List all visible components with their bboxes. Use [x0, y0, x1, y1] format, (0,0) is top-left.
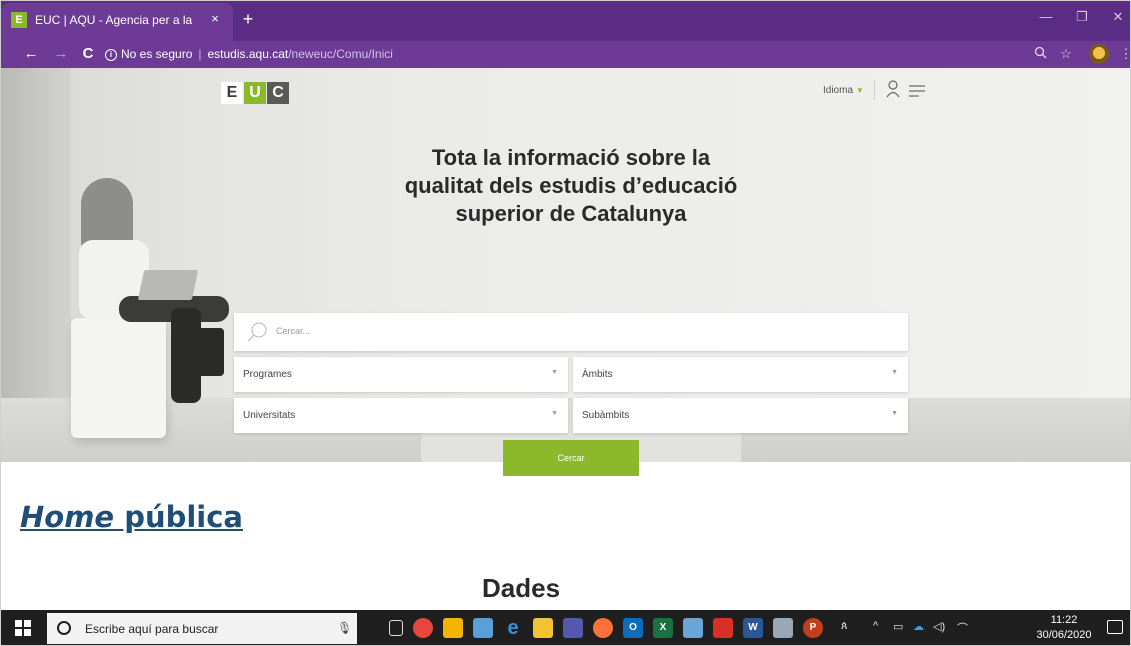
ambits-label: Àmbits: [582, 369, 613, 380]
address-separator: |: [198, 47, 202, 61]
user-icon[interactable]: [885, 79, 901, 99]
security-label: No es seguro: [121, 47, 193, 61]
hero-title: Tota la informació sobre la qualitat del…: [361, 144, 781, 228]
windows-start-icon[interactable]: [15, 620, 31, 636]
universitats-select[interactable]: Universitats ▼: [234, 398, 568, 433]
people-icon[interactable]: ጰ: [841, 620, 848, 633]
programes-select[interactable]: Programes ▼: [234, 357, 568, 392]
word-taskbar-icon[interactable]: W: [743, 618, 763, 638]
hero-photo-bag: [196, 328, 224, 376]
powerpoint-taskbar-icon[interactable]: P: [803, 618, 823, 638]
search-icon: [247, 321, 269, 343]
chevron-down-icon: ▼: [551, 369, 558, 376]
chevron-down-icon: ▼: [551, 410, 558, 417]
acrobat-taskbar-icon[interactable]: [713, 618, 733, 638]
hero-title-line: superior de Catalunya: [455, 201, 687, 226]
programes-label: Programes: [243, 369, 292, 380]
forward-button[interactable]: →: [51, 45, 71, 65]
zoom-icon[interactable]: [1031, 46, 1049, 62]
address-bar[interactable]: i No es seguro | estudis.aqu.cat/neweuc/Com…: [105, 44, 1005, 65]
tab-title: EUC | AQU - Agencia per a la Qu: [35, 13, 195, 27]
chrome-taskbar-icon[interactable]: [413, 618, 433, 638]
firefox-taskbar-icon[interactable]: [593, 618, 613, 638]
back-button[interactable]: ←: [21, 45, 41, 65]
taskbar-clock[interactable]: 11:22 30/06/2020: [1035, 613, 1093, 643]
profile-avatar[interactable]: [1089, 44, 1109, 64]
browser-tab[interactable]: E EUC | AQU - Agencia per a la Qu ×: [1, 3, 233, 41]
chrome-menu-icon[interactable]: ⋮: [1117, 46, 1131, 62]
euc-logo[interactable]: E U C: [221, 82, 290, 104]
wifi-icon[interactable]: ⌒: [957, 620, 968, 636]
language-label: Idioma: [823, 85, 854, 96]
hero-title-line: qualitat dels estudis d’educació: [404, 173, 738, 198]
search-placeholder: Cercar...: [276, 326, 311, 336]
screenshot-frame: E EUC | AQU - Agencia per a la Qu × + — …: [0, 0, 1131, 646]
person-laptop: [137, 270, 199, 300]
photos-taskbar-icon[interactable]: [473, 618, 493, 638]
bookmark-star-icon[interactable]: ☆: [1057, 46, 1075, 62]
url-path: /neweuc/Comu/Inici: [288, 47, 393, 61]
excel-taskbar-icon[interactable]: X: [653, 618, 673, 638]
edge-taskbar-icon[interactable]: e: [503, 618, 523, 638]
browser-toolbar: ← → C i No es seguro | estudis.aqu.cat/newe…: [1, 41, 1131, 68]
minimize-button[interactable]: —: [1033, 9, 1059, 24]
teams-taskbar-icon[interactable]: [563, 618, 583, 638]
explorer-taskbar-icon[interactable]: [533, 618, 553, 638]
chevron-down-icon: ▼: [856, 86, 864, 95]
close-window-button[interactable]: ✕: [1105, 9, 1130, 25]
universitats-label: Universitats: [243, 410, 296, 421]
clock-time: 11:22: [1050, 614, 1078, 626]
search-input[interactable]: Cercar...: [234, 313, 908, 351]
volume-icon[interactable]: ◁): [933, 620, 945, 633]
euc-favicon-icon: E: [11, 12, 27, 28]
task-view-icon[interactable]: [389, 620, 403, 636]
store-taskbar-icon[interactable]: [443, 618, 463, 638]
taskbar-search-input[interactable]: Escribe aquí para buscar 🎙: [47, 613, 357, 644]
header-divider: [874, 80, 875, 100]
slide-title-rest: pública: [114, 500, 243, 534]
clock-date: 30/06/2020: [1036, 629, 1092, 641]
hero-title-line: Tota la informació sobre la: [431, 145, 711, 170]
app-taskbar-icon[interactable]: [683, 618, 703, 638]
cortana-icon: [57, 621, 71, 635]
battery-icon[interactable]: ▭: [893, 620, 903, 633]
logo-letter-e: E: [221, 82, 243, 104]
logo-letter-u: U: [244, 82, 266, 104]
slide-title: Home pública: [20, 500, 243, 534]
microphone-icon[interactable]: 🎙: [337, 621, 352, 635]
windows-taskbar: Escribe aquí para buscar 🎙 e O X W P ጰ ^…: [1, 610, 1130, 645]
url-host: estudis.aqu.cat: [207, 47, 289, 61]
outlook-taskbar-icon[interactable]: O: [623, 618, 643, 638]
onedrive-icon[interactable]: ☁: [913, 620, 924, 633]
search-submit-button[interactable]: Cercar: [503, 440, 639, 476]
hero-section: E U C Idioma ▼ Tota la informació sobre l…: [1, 68, 1130, 462]
hamburger-menu-icon[interactable]: [909, 84, 925, 97]
subambits-select[interactable]: Subàmbits ▼: [573, 398, 908, 433]
notifications-icon[interactable]: [1107, 620, 1123, 634]
language-selector[interactable]: Idioma ▼: [823, 85, 864, 96]
ambits-select[interactable]: Àmbits ▼: [573, 357, 908, 392]
snipping-taskbar-icon[interactable]: [773, 618, 793, 638]
section-title: Dades: [482, 573, 561, 603]
chevron-down-icon: ▼: [891, 410, 898, 417]
taskbar-search-placeholder: Escribe aquí para buscar: [85, 622, 219, 636]
browser-tab-bar: E EUC | AQU - Agencia per a la Qu × + — …: [1, 1, 1130, 41]
info-icon[interactable]: i: [105, 48, 117, 61]
restore-button[interactable]: ❐: [1069, 9, 1095, 25]
reload-button[interactable]: C: [78, 45, 98, 65]
new-tab-button[interactable]: +: [238, 9, 258, 29]
tray-chevron-icon[interactable]: ^: [873, 620, 878, 632]
slide-title-italic: Home: [20, 500, 115, 534]
chevron-down-icon: ▼: [891, 369, 898, 376]
logo-letter-c: C: [267, 82, 289, 104]
tab-close-icon[interactable]: ×: [207, 11, 223, 27]
subambits-label: Subàmbits: [582, 410, 630, 421]
